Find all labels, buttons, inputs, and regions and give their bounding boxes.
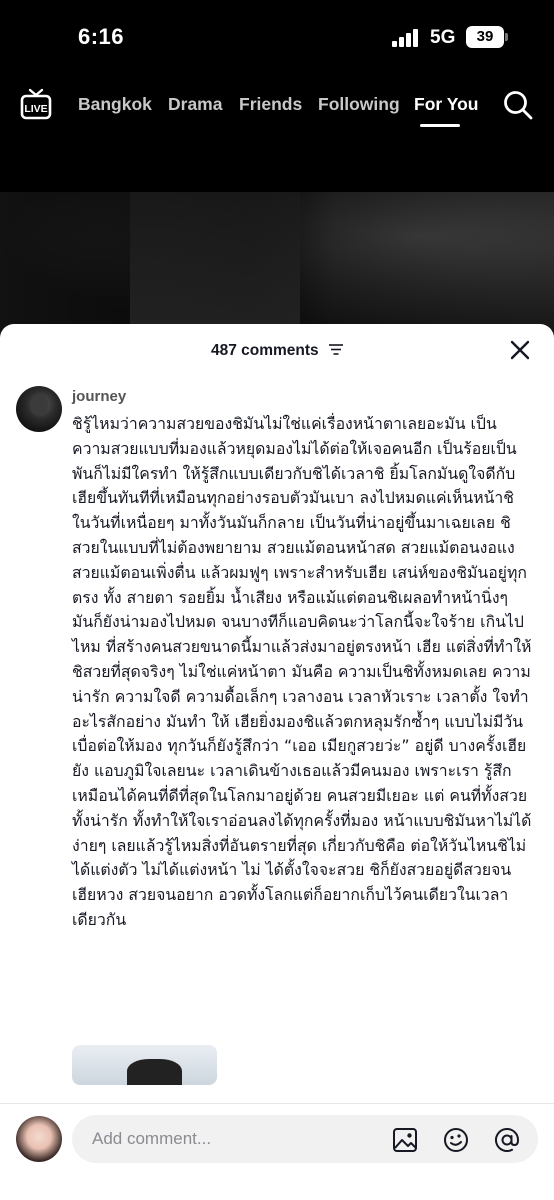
- comment-input-bar: Add comment...: [0, 1103, 554, 1200]
- tab-bangkok[interactable]: Bangkok: [78, 94, 152, 115]
- search-icon[interactable]: [503, 90, 533, 120]
- live-icon[interactable]: LIVE: [20, 88, 52, 120]
- comment-count-label[interactable]: 487 comments: [0, 342, 554, 360]
- video-player[interactable]: [0, 192, 554, 342]
- top-nav: LIVE Bangkok Drama Friends Following For…: [0, 76, 554, 192]
- filter-icon[interactable]: [329, 344, 343, 356]
- commenter-username[interactable]: journey: [72, 388, 126, 405]
- tab-for-you[interactable]: For You: [414, 94, 479, 115]
- my-avatar: [16, 1116, 62, 1162]
- tab-friends[interactable]: Friends: [239, 94, 302, 115]
- status-bar: 6:16 5G 39: [0, 0, 554, 76]
- comment-image-thumbnail[interactable]: [72, 1045, 217, 1085]
- battery-icon: 39: [466, 26, 504, 48]
- tab-drama[interactable]: Drama: [168, 94, 222, 115]
- at-icon[interactable]: [494, 1127, 520, 1153]
- svg-text:LIVE: LIVE: [24, 103, 47, 115]
- active-tab-indicator: [420, 124, 460, 127]
- emoji-icon[interactable]: [443, 1127, 469, 1153]
- status-time: 6:16: [78, 24, 125, 49]
- comment-text: ชิรู้ไหมว่าความสวยของชิมันไม่ใช่แค่เรื่อ…: [72, 414, 532, 929]
- commenter-avatar[interactable]: [16, 386, 62, 432]
- image-icon[interactable]: [392, 1127, 418, 1153]
- video-frame-shadow: [130, 192, 300, 342]
- comment-input[interactable]: Add comment...: [72, 1115, 538, 1163]
- comments-header: 487 comments: [0, 324, 554, 378]
- battery-tip: [505, 33, 508, 41]
- signal-icon: [392, 29, 420, 47]
- tab-following[interactable]: Following: [318, 94, 400, 115]
- comment-input-placeholder: Add comment...: [92, 1129, 212, 1148]
- close-icon[interactable]: [510, 340, 530, 360]
- network-label: 5G: [430, 27, 456, 48]
- comment-count-text: 487 comments: [210, 342, 319, 359]
